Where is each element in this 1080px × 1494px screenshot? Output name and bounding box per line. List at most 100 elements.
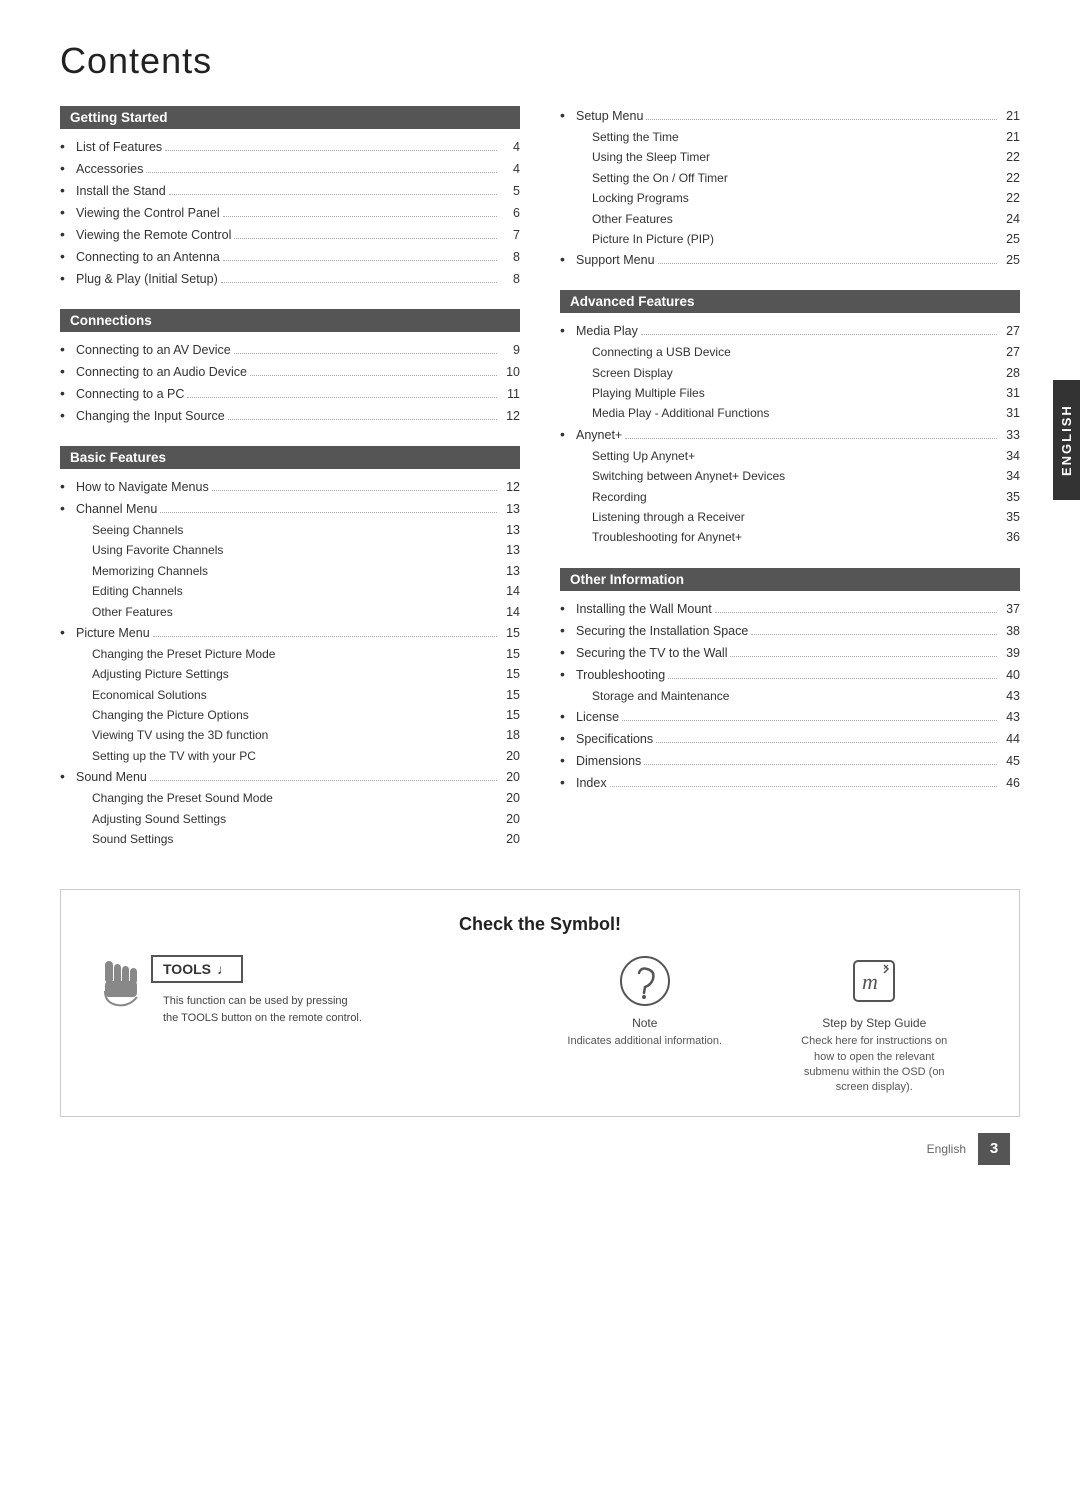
section-connections: Connections • Connecting to an AV Device… <box>60 309 520 426</box>
list-item: Locking Programs 22 <box>560 189 1020 208</box>
bullet-icon: • <box>560 106 576 126</box>
list-item: Switching between Anynet+ Devices 34 <box>560 467 1020 486</box>
toc-dots <box>625 438 997 439</box>
toc-page: 15 <box>490 645 520 664</box>
toc-page: 22 <box>990 169 1020 188</box>
toc-page: 24 <box>990 210 1020 229</box>
section-other-information: Other Information • Installing the Wall … <box>560 568 1020 793</box>
toc-dots <box>658 263 997 264</box>
toc-page: 5 <box>500 181 520 201</box>
list-item: • How to Navigate Menus 12 <box>60 477 520 497</box>
toc-page: 4 <box>500 159 520 179</box>
list-item: • Securing the TV to the Wall 39 <box>560 643 1020 663</box>
list-item: • Picture Menu 15 <box>60 623 520 643</box>
toc-page: 27 <box>990 343 1020 362</box>
toc-text: Sound Menu <box>76 767 147 787</box>
toc-dots <box>234 353 497 354</box>
toc-text: Securing the TV to the Wall <box>576 643 727 663</box>
bullet-icon: • <box>560 729 576 749</box>
toc-page: 40 <box>1000 665 1020 685</box>
toc-dots <box>730 656 997 657</box>
toc-page: 25 <box>1000 250 1020 270</box>
list-item: • Connecting to an Antenna 8 <box>60 247 520 267</box>
toc-dots <box>221 282 497 283</box>
bullet-icon: • <box>60 269 76 289</box>
toc-label: Install the Stand 5 <box>76 181 520 201</box>
svg-text:m: m <box>862 969 878 994</box>
toc-text: Anynet+ <box>576 425 622 445</box>
toc-dots <box>146 172 497 173</box>
list-item: Storage and Maintenance 43 <box>560 687 1020 706</box>
toc-dots <box>160 512 497 513</box>
list-item: Memorizing Channels 13 <box>60 562 520 581</box>
bullet-icon: • <box>60 362 76 382</box>
toc-text: Channel Menu <box>76 499 157 519</box>
list-item: Recording 35 <box>560 488 1020 507</box>
toc-text: License <box>576 707 619 727</box>
list-item: Adjusting Picture Settings 15 <box>60 665 520 684</box>
toc-text: Playing Multiple Files <box>592 384 990 403</box>
toc-label: Anynet+ 33 <box>576 425 1020 445</box>
toc-label: List of Features 4 <box>76 137 520 157</box>
toc-page: 33 <box>1000 425 1020 445</box>
toc-dots <box>223 216 497 217</box>
toc-text: Other Features <box>92 603 490 622</box>
list-item: • Plug & Play (Initial Setup) 8 <box>60 269 520 289</box>
list-item: • Connecting to an Audio Device 10 <box>60 362 520 382</box>
toc-text: Viewing the Control Panel <box>76 203 220 223</box>
toc-text: Picture Menu <box>76 623 150 643</box>
bullet-icon: • <box>60 477 76 497</box>
toc-label: Connecting to an Audio Device 10 <box>76 362 520 382</box>
toc-page: 12 <box>500 406 520 426</box>
list-item: Setting the On / Off Timer 22 <box>560 169 1020 188</box>
toc-text: Editing Channels <box>92 582 490 601</box>
toc-page: 15 <box>490 686 520 705</box>
toc-label: Connecting to a PC 11 <box>76 384 520 404</box>
section-header-getting-started: Getting Started <box>60 106 520 129</box>
toc-text: Media Play <box>576 321 638 341</box>
list-item: Picture In Picture (PIP) 25 <box>560 230 1020 249</box>
toc-label: Troubleshooting 40 <box>576 665 1020 685</box>
note-icon <box>619 955 671 1010</box>
toc-label: Plug & Play (Initial Setup) 8 <box>76 269 520 289</box>
list-item: Screen Display 28 <box>560 364 1020 383</box>
toc-dots <box>646 119 997 120</box>
check-icons-row: TOOLS ♩ This function can be used by pre… <box>101 955 979 1096</box>
bullet-icon: • <box>560 425 576 445</box>
toc-page: 20 <box>490 830 520 849</box>
toc-text: Setting up the TV with your PC <box>92 747 490 766</box>
toc-page: 9 <box>500 340 520 360</box>
bullet-icon: • <box>60 623 76 643</box>
list-item: • Troubleshooting 40 <box>560 665 1020 685</box>
list-item: Setting Up Anynet+ 34 <box>560 447 1020 466</box>
toc-page: 12 <box>500 477 520 497</box>
toc-page: 21 <box>990 128 1020 147</box>
toc-page: 34 <box>990 467 1020 486</box>
list-item: • Connecting to a PC 11 <box>60 384 520 404</box>
list-item: • Installing the Wall Mount 37 <box>560 599 1020 619</box>
toc-text: Sound Settings <box>92 830 490 849</box>
toc-page: 13 <box>490 562 520 581</box>
toc-dots <box>169 194 497 195</box>
list-item: Editing Channels 14 <box>60 582 520 601</box>
toc-text: Memorizing Channels <box>92 562 490 581</box>
toc-dots <box>751 634 997 635</box>
toc-page: 22 <box>990 189 1020 208</box>
toc-label: Channel Menu 13 <box>76 499 520 519</box>
toc-dots <box>234 238 497 239</box>
step-guide-item: m Step by Step Guide Check here for inst… <box>770 955 980 1096</box>
toc-page: 25 <box>990 230 1020 249</box>
toc-label: Index 46 <box>576 773 1020 793</box>
section-setup-continued: • Setup Menu 21 Setting the Time 21 Usin… <box>560 106 1020 270</box>
list-item: Adjusting Sound Settings 20 <box>60 810 520 829</box>
list-item: • Changing the Input Source 12 <box>60 406 520 426</box>
tools-hand-icon <box>101 959 143 1016</box>
toc-label: Connecting to an AV Device 9 <box>76 340 520 360</box>
toc-label: Sound Menu 20 <box>76 767 520 787</box>
tools-left: TOOLS ♩ This function can be used by pre… <box>101 955 363 1026</box>
list-item: Other Features 14 <box>60 603 520 622</box>
toc-page: 46 <box>1000 773 1020 793</box>
section-advanced-features: Advanced Features • Media Play 27 Connec… <box>560 290 1020 547</box>
toc-page: 13 <box>490 541 520 560</box>
note-label: Note <box>632 1016 657 1030</box>
